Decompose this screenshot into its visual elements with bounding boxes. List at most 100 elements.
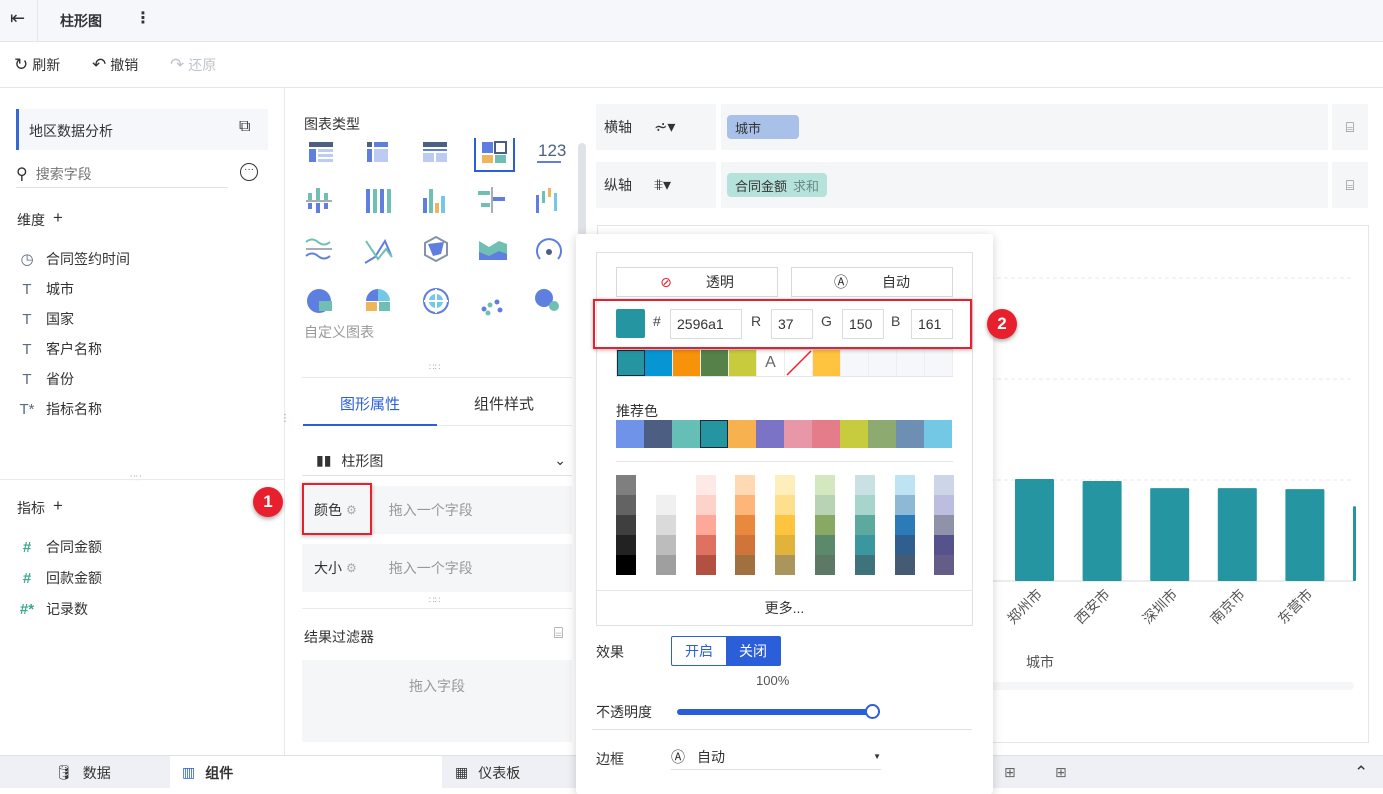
custom-chart-link[interactable]: 自定义图表 [304,322,374,342]
bar[interactable] [1082,481,1122,581]
refresh-button[interactable]: ↻ 刷新 [14,55,60,75]
search-input[interactable] [35,162,206,185]
exit-icon[interactable]: ⇤ [10,8,25,29]
palette-color-swatch[interactable] [655,515,676,535]
palette-color-swatch[interactable] [934,535,955,555]
recent-color-swatch[interactable] [813,350,841,376]
dimension-field[interactable]: T 客户名称 [18,339,102,359]
opacity-slider[interactable] [677,704,880,719]
y-axis-field-pill[interactable]: 合同金额 求和 [727,173,828,197]
palette-color-swatch[interactable] [735,515,756,535]
dimension-field[interactable]: T 城市 [18,279,74,299]
recommended-color-swatch[interactable] [756,420,784,448]
palette-color-swatch[interactable] [695,515,716,535]
recommended-color-swatch[interactable] [616,420,644,448]
tab-data[interactable]: 🛢︎ 数据 [55,756,111,789]
palette-color-swatch[interactable] [775,535,796,555]
effect-off-button[interactable]: 关闭 [726,637,780,665]
recommended-color-swatch[interactable] [644,420,672,448]
dataset-selector[interactable]: 地区数据分析 ⧉ [16,109,268,150]
recent-color-swatch[interactable] [673,350,701,376]
palette-color-swatch[interactable] [775,475,796,495]
palette-color-swatch[interactable] [775,515,796,535]
add-component-icon[interactable]: ⊞ [1004,756,1016,789]
more-colors-button[interactable]: 更多... [597,598,972,618]
chart-type-select[interactable]: ▮▮ 柱形图 ⌄ [302,446,572,476]
bar[interactable] [1150,488,1190,581]
palette-color-swatch[interactable] [854,555,875,575]
tab-component-style[interactable]: 组件样式 [474,393,534,414]
palette-color-swatch[interactable] [854,495,875,515]
palette-color-swatch[interactable] [815,495,835,515]
palette-color-swatch[interactable] [934,555,955,575]
auto-button[interactable]: Ⓐ 自动 [791,267,953,297]
dimension-field[interactable]: T 省份 [18,369,74,389]
palette-color-swatch[interactable] [735,495,756,515]
redo-button[interactable]: ↷ 还原 [170,55,216,75]
tab-component[interactable]: ▥ 组件 [170,756,442,789]
palette-color-swatch[interactable] [735,535,756,555]
recent-color-swatch[interactable] [869,350,897,376]
color-drop-zone[interactable]: 拖入一个字段 [389,500,473,520]
auto-color-swatch[interactable]: A [757,350,785,376]
measure-field[interactable]: # 合同金额 [18,537,102,557]
border-select[interactable]: Ⓐ 自动 ▼ [671,744,881,770]
x-axis-field-pill[interactable]: 城市 [727,115,799,139]
recommended-color-swatch[interactable] [868,420,896,448]
recommended-color-swatch[interactable] [728,420,756,448]
palette-color-swatch[interactable] [894,475,915,495]
palette-color-swatch[interactable] [894,495,915,515]
palette-color-swatch[interactable] [934,495,955,515]
switch-dataset-icon[interactable]: ⧉ [239,118,250,136]
palette-color-swatch[interactable] [854,515,875,535]
no-color-swatch[interactable] [785,350,813,376]
recommended-color-swatch[interactable] [924,420,952,448]
recent-color-swatch[interactable] [617,350,645,376]
palette-color-swatch[interactable] [894,535,915,555]
dimension-field[interactable]: T* 指标名称 [18,399,103,419]
add-dimension-icon[interactable]: + [53,209,63,230]
recent-color-swatch[interactable] [925,350,953,376]
more-options-icon[interactable]: ··· [240,163,258,181]
axis-settings-icon[interactable]: ⌸ [1328,162,1368,208]
opacity-slider-handle[interactable] [865,704,880,719]
bar[interactable] [1015,478,1054,581]
palette-color-swatch[interactable] [894,515,915,535]
palette-color-swatch[interactable] [695,475,716,495]
measure-field[interactable]: # 回款金额 [18,568,102,588]
palette-color-swatch[interactable] [775,555,796,575]
filter-settings-icon[interactable]: ⌸ [554,625,563,642]
filter-drop-zone[interactable]: 拖入字段 [302,660,572,742]
palette-color-swatch[interactable] [854,475,875,495]
palette-color-swatch[interactable] [815,475,835,495]
palette-color-swatch[interactable] [735,475,756,495]
recent-color-swatch[interactable] [841,350,869,376]
recent-color-swatch[interactable] [701,350,729,376]
palette-color-swatch[interactable] [934,475,955,495]
axis-settings-icon[interactable]: ⌸ [1328,104,1368,150]
recent-color-swatch[interactable] [645,350,673,376]
measure-field[interactable]: #* 记录数 [18,599,88,619]
palette-color-swatch[interactable] [616,515,636,535]
bar[interactable] [1353,506,1356,581]
palette-color-swatch[interactable] [695,495,716,515]
add-measure-icon[interactable]: + [53,497,63,518]
recommended-color-swatch[interactable] [784,420,812,448]
effect-on-button[interactable]: 开启 [672,637,726,665]
palette-color-swatch[interactable] [775,495,796,515]
dimension-field[interactable]: ◷ 合同签约时间 [18,249,130,269]
palette-color-swatch[interactable] [695,555,716,575]
palette-color-swatch[interactable] [655,475,676,495]
tab-graphic-properties[interactable]: 图形属性 [340,393,400,414]
resize-grip-icon[interactable]: ∷∷ [429,595,440,606]
size-label[interactable]: 大小 [314,558,342,578]
recommended-color-swatch[interactable] [672,420,700,448]
palette-color-swatch[interactable] [616,555,636,575]
palette-color-swatch[interactable] [695,535,716,555]
palette-color-swatch[interactable] [815,515,835,535]
palette-color-swatch[interactable] [934,515,955,535]
palette-color-swatch[interactable] [616,535,636,555]
palette-color-swatch[interactable] [815,535,835,555]
dimension-field[interactable]: T 国家 [18,309,74,329]
palette-color-swatch[interactable] [616,495,636,515]
